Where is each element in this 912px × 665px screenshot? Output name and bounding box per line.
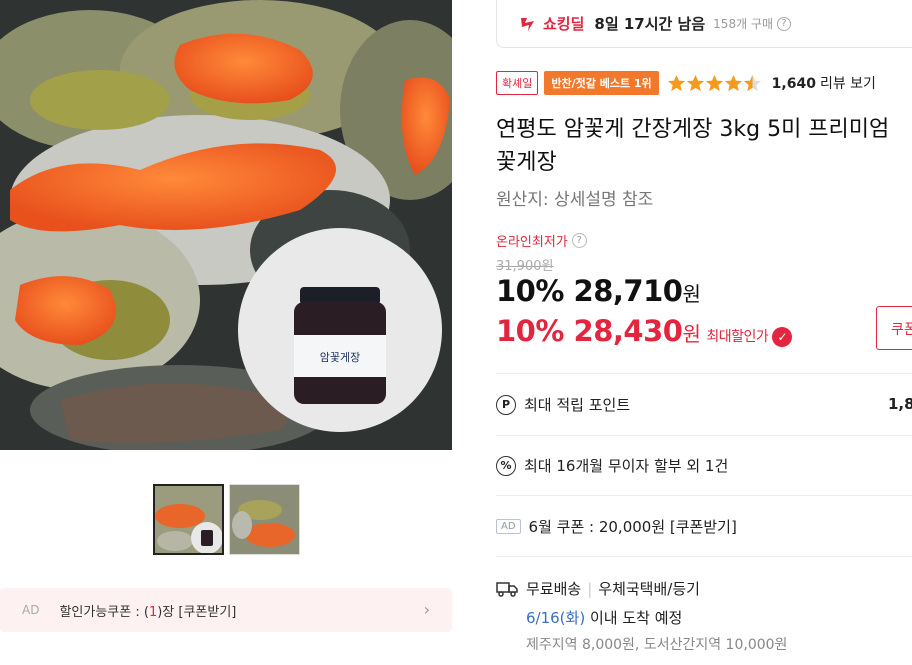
divider bbox=[496, 373, 912, 374]
help-icon[interactable]: ? bbox=[571, 233, 587, 248]
star-icon bbox=[667, 74, 685, 91]
shipping-row: 무료배송 | 우체국택배/등기 bbox=[496, 578, 700, 599]
divider bbox=[496, 435, 912, 436]
check-icon: ✓ bbox=[772, 327, 793, 347]
lightning-bolt-icon bbox=[521, 17, 534, 31]
installment-row[interactable]: % 최대 16개월 무이자 할부 외 1건 bbox=[496, 455, 728, 476]
product-title: 연평도 암꽃게 간장게장 3kg 5미 프리미엄 꽃게장 bbox=[496, 117, 890, 175]
star-icon bbox=[686, 74, 704, 91]
june-coupon-row[interactable]: AD 6월 쿠폰 : 20,000원 [쿠폰받기] bbox=[496, 516, 737, 537]
thumbnail-2[interactable] bbox=[229, 484, 300, 555]
thumbnail-strip bbox=[153, 484, 300, 555]
max-discount-label: 최대할인가 bbox=[706, 329, 769, 345]
star-icon bbox=[705, 74, 723, 91]
best-seller-badge: 반찬/젓갈 베스트 1위 bbox=[544, 71, 659, 95]
deal-name: 쇼킹딜 bbox=[543, 15, 585, 33]
truck-icon bbox=[496, 581, 518, 597]
points-icon: P bbox=[496, 394, 516, 415]
thumbnail-1[interactable] bbox=[153, 484, 224, 555]
deal-timer: 8일 17시간 남음 bbox=[594, 15, 706, 33]
points-value: 1,8 bbox=[888, 395, 912, 413]
sold-count: 158개 구매 bbox=[713, 17, 774, 31]
star-rating bbox=[667, 74, 762, 93]
jar-label: 암꽃게장 bbox=[320, 351, 360, 364]
help-icon[interactable]: ? bbox=[777, 16, 792, 31]
ad-badge: AD bbox=[496, 519, 521, 534]
star-half-icon bbox=[743, 74, 761, 91]
points-label: 최대 적립 포인트 bbox=[524, 396, 631, 414]
extra-shipping-fee: 제주지역 8,000원, 도서산간지역 10,000원 bbox=[526, 637, 788, 653]
coupon-bar-text: 할인가능쿠폰 : (1)장 [쿠폰받기] bbox=[59, 604, 237, 620]
june-coupon-text: 6월 쿠폰 : 20,000원 [쿠폰받기] bbox=[528, 518, 737, 536]
shipping-badge: 확셰일 bbox=[496, 71, 539, 95]
arrival-estimate: 6/16(화) 이내 도착 예정 bbox=[526, 609, 683, 627]
installment-label: 최대 16개월 무이자 할부 외 1건 bbox=[524, 457, 729, 475]
max-discount-price: 10% 28,430 원 최대할인가 ✓ bbox=[496, 314, 793, 348]
chevron-right-icon: › bbox=[423, 600, 430, 619]
divider bbox=[496, 495, 912, 496]
carrier: 우체국택배/등기 bbox=[598, 580, 700, 598]
sale-price: 10% 28,710원 bbox=[496, 274, 701, 308]
original-price: 31,900원 bbox=[496, 259, 554, 274]
star-icon bbox=[724, 74, 742, 91]
divider bbox=[496, 556, 912, 557]
badge-row: 확셰일 반찬/젓갈 베스트 1위 1,640 리뷰 보기 bbox=[496, 71, 876, 95]
shocking-deal-box: 쇼킹딜 8일 17시간 남음 158개 구매 ? bbox=[496, 0, 912, 48]
ad-label: AD bbox=[22, 603, 40, 617]
free-shipping: 무료배송 bbox=[526, 580, 582, 598]
coupon-button[interactable]: 쿠폰 bbox=[876, 306, 912, 350]
percent-icon: % bbox=[496, 455, 516, 476]
lowest-price-label: 온라인최저가 ? bbox=[496, 231, 587, 250]
main-product-image[interactable]: 암꽃게장 bbox=[0, 0, 452, 450]
product-origin: 원산지: 상세설명 참조 bbox=[496, 190, 654, 210]
points-row: P 최대 적립 포인트 bbox=[496, 394, 630, 415]
available-coupon-bar[interactable]: AD 할인가능쿠폰 : (1)장 [쿠폰받기] › bbox=[0, 588, 452, 632]
review-link[interactable]: 1,640 리뷰 보기 bbox=[772, 73, 876, 93]
